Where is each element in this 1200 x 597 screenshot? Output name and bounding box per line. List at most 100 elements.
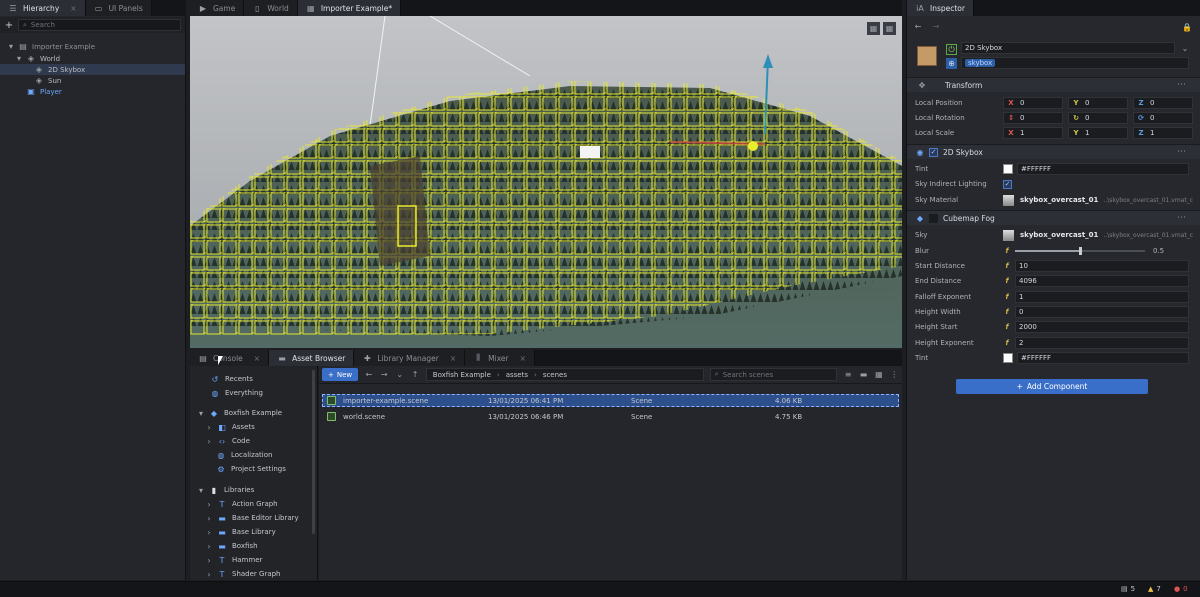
skybox-section-header[interactable]: ◉ ✓ 2D Skybox ⋯ (907, 144, 1200, 159)
chevron-down-icon[interactable]: ⌄ (1180, 43, 1190, 53)
transform-section-header[interactable]: ✥ Transform ⋯ (907, 77, 1200, 92)
scene-viewport[interactable]: ▦ ▦ (190, 16, 902, 348)
fog-value-field[interactable]: 10 (1015, 260, 1189, 272)
position-y-field[interactable]: Y0 (1068, 97, 1128, 109)
chevron-right-icon[interactable]: › (206, 569, 212, 579)
arrow-right-icon[interactable]: → (380, 370, 389, 380)
chevron-right-icon[interactable]: › (206, 422, 212, 432)
tree-item-2d-skybox[interactable]: ◈ 2D Skybox (0, 64, 185, 75)
tab-ui-panels[interactable]: ▭ UI Panels (85, 0, 152, 16)
sidebar-scrollbar[interactable] (312, 370, 315, 534)
lock-icon[interactable]: 🔒 (1182, 22, 1192, 32)
new-button[interactable]: + New (322, 368, 359, 381)
tint-hex-field[interactable]: #FFFFFF (1017, 352, 1189, 364)
tab-inspector[interactable]: iA Inspector (907, 0, 974, 16)
fog-value-field[interactable]: 0 (1015, 305, 1189, 318)
grid-icon[interactable]: ▦ (874, 370, 883, 380)
enabled-checkbox[interactable] (929, 213, 938, 223)
chevron-right-icon[interactable]: › (206, 527, 212, 537)
object-name-field[interactable]: 2D Skybox (961, 42, 1175, 54)
tab-asset-browser[interactable]: ▬ Asset Browser (269, 350, 355, 366)
tab-mixer[interactable]: ⫼ Mixer × (465, 350, 535, 366)
fog-sky-field[interactable]: skybox_overcast_01 ..\skybox_overcast_01… (1017, 229, 1193, 241)
tab-world[interactable]: ▯ World (244, 0, 298, 16)
tab-game[interactable]: ▶ Game (190, 0, 245, 16)
breadcrumb-item[interactable]: scenes (543, 371, 567, 379)
fog-value-field[interactable]: 2000 (1015, 321, 1189, 334)
chevron-right-icon[interactable]: › (206, 541, 212, 551)
sidebar-item-hammer[interactable]: › T Hammer (190, 554, 317, 566)
arrow-right-icon[interactable]: → (931, 21, 941, 31)
more-icon[interactable]: ⋯ (1177, 213, 1186, 223)
tab-library-manager[interactable]: ✚ Library Manager × (354, 350, 466, 366)
chevron-down-icon[interactable]: ▾ (16, 54, 22, 64)
tab-console[interactable]: ▤ Console × (190, 350, 270, 366)
sidebar-item-assets[interactable]: › ◧ Assets (190, 421, 317, 433)
sidebar-item-boxfish-example[interactable]: ▾ ◆ Boxfish Example (190, 407, 317, 419)
tree-item-player[interactable]: ▣ Player (0, 86, 185, 97)
grid-icon[interactable]: ▦ (867, 22, 880, 35)
chevron-right-icon[interactable]: › (206, 513, 212, 523)
position-z-field[interactable]: Z0 (1133, 97, 1193, 109)
indirect-lighting-checkbox[interactable]: ✓ (1003, 179, 1012, 189)
folder-icon[interactable]: ▬ (859, 370, 868, 380)
chevron-right-icon[interactable]: › (206, 555, 212, 565)
breadcrumb-item[interactable]: assets (506, 371, 528, 379)
arrow-left-icon[interactable]: ← (913, 21, 923, 31)
tags-field[interactable]: skybox (961, 57, 1189, 69)
close-icon[interactable]: × (450, 354, 456, 363)
scene-render[interactable] (190, 16, 902, 348)
fog-value-field[interactable]: 4096 (1015, 275, 1189, 288)
tree-item-sun[interactable]: ◈ Sun (0, 75, 185, 86)
enabled-checkbox[interactable]: ✓ (929, 147, 938, 157)
chevron-down-icon[interactable]: ▾ (198, 408, 204, 418)
position-x-field[interactable]: X0 (1003, 97, 1063, 109)
material-field[interactable]: skybox_overcast_01 ..\skybox_overcast_01… (1017, 194, 1193, 206)
sidebar-item-boxfish[interactable]: › ▬ Boxfish (190, 540, 317, 552)
close-icon[interactable]: × (520, 354, 526, 363)
sidebar-item-recents[interactable]: ↺ Recents (190, 373, 317, 385)
blur-slider-handle[interactable] (1079, 247, 1082, 255)
chevron-down-icon[interactable]: ▾ (8, 42, 14, 52)
arrow-up-icon[interactable]: ↑ (410, 370, 419, 380)
breadcrumb-item[interactable]: Boxfish Example (433, 371, 491, 379)
tag-chip[interactable]: skybox (965, 59, 996, 67)
layout-icon[interactable]: ▦ (883, 22, 896, 35)
sidebar-item-code[interactable]: › ‹› Code (190, 435, 317, 447)
close-icon[interactable]: × (70, 4, 76, 13)
eye-icon[interactable]: ◉ (915, 147, 925, 157)
breadcrumb[interactable]: Boxfish Example › assets › scenes (425, 368, 704, 381)
chevron-right-icon[interactable]: › (206, 499, 212, 509)
color-swatch[interactable] (1003, 353, 1013, 363)
tag-icon[interactable]: ⊕ (946, 58, 957, 69)
tree-item-importer-example[interactable]: ▾ ▤ Importer Example (0, 41, 185, 52)
chevron-right-icon[interactable]: › (206, 436, 212, 446)
file-row[interactable]: importer-example.scene 13/01/2025 06:41 … (322, 394, 899, 407)
message-count[interactable]: ▤ 5 (1121, 585, 1135, 593)
close-icon[interactable]: × (254, 354, 260, 363)
blur-slider-track[interactable] (1015, 247, 1145, 255)
rotation-y-field[interactable]: ↻ 0 (1068, 112, 1128, 124)
tab-hierarchy[interactable]: ☰ Hierarchy × (0, 0, 86, 16)
sidebar-item-shader-graph[interactable]: › T Shader Graph (190, 568, 317, 580)
asset-search-input[interactable]: ⌕ Search scenes (709, 368, 838, 381)
power-icon[interactable]: ⏻ (946, 44, 957, 55)
sidebar-item-action-graph[interactable]: › T Action Graph (190, 498, 317, 510)
player-marker[interactable] (580, 146, 600, 158)
tab-importer-example[interactable]: ▦ Importer Example* (297, 0, 402, 16)
fog-section-header[interactable]: ◆ Cubemap Fog ⋯ (907, 210, 1200, 225)
scale-y-field[interactable]: Y1 (1068, 127, 1128, 139)
more-icon[interactable]: ⋯ (1177, 80, 1186, 90)
scale-z-field[interactable]: Z1 (1133, 127, 1193, 139)
warning-count[interactable]: ▲ 7 (1148, 585, 1161, 593)
fog-value-field[interactable]: 1 (1015, 290, 1189, 303)
tree-item-world[interactable]: ▾ ◈ World (0, 53, 185, 64)
sidebar-item-localization[interactable]: ◍ Localization (190, 449, 317, 461)
sidebar-item-base-editor-library[interactable]: › ▬ Base Editor Library (190, 512, 317, 524)
hierarchy-search-input[interactable]: ⌕ Search (18, 19, 181, 31)
scale-x-field[interactable]: X1 (1003, 127, 1063, 139)
arrow-left-icon[interactable]: ← (364, 370, 373, 380)
sidebar-item-everything[interactable]: ◍ Everything (190, 387, 317, 399)
color-swatch[interactable] (1003, 164, 1013, 174)
file-row[interactable]: world.scene 13/01/2025 06:46 PM Scene 4.… (322, 410, 899, 423)
